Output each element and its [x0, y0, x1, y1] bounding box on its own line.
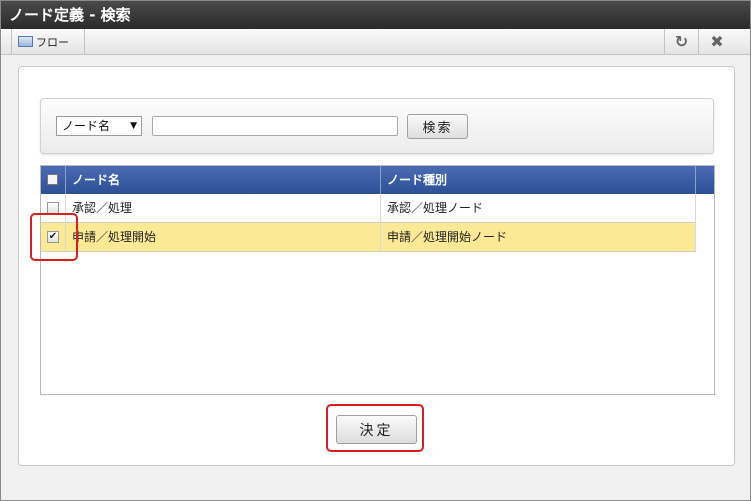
column-header-filler — [696, 166, 714, 194]
row-node-type: 申請／処理開始ノード — [381, 223, 696, 251]
column-header-node-type[interactable]: ノード種別 — [381, 166, 696, 194]
checkbox-highlight-box — [30, 213, 78, 261]
chevron-down-icon: ▼ — [130, 121, 137, 131]
decide-button-highlight-box — [326, 404, 424, 452]
flow-button-label: フロー — [36, 35, 69, 49]
close-button[interactable]: ✖ — [699, 29, 735, 54]
header-checkbox-cell — [41, 166, 66, 194]
search-input[interactable] — [152, 116, 398, 136]
flow-icon — [18, 36, 33, 47]
window-title: ノード定義 - 検索 — [1, 1, 750, 29]
flow-button[interactable]: フロー — [11, 29, 85, 54]
column-header-node-name[interactable]: ノード名 — [66, 166, 381, 194]
toolbar: フロー ↻ ✖ — [1, 29, 750, 55]
search-field-select[interactable]: ノード名 ▼ — [56, 116, 142, 136]
search-field-select-value: ノード名 — [62, 119, 111, 133]
search-panel: ノード名 ▼ 検索 — [40, 98, 714, 154]
row-node-type: 承認／処理ノード — [381, 194, 696, 222]
row-node-name: 申請／処理開始 — [66, 223, 381, 251]
row-node-name: 承認／処理 — [66, 194, 381, 222]
refresh-button[interactable]: ↻ — [664, 29, 699, 54]
close-icon: ✖ — [710, 32, 724, 51]
search-button[interactable]: 検索 — [407, 114, 468, 139]
table-row[interactable]: 承認／処理 承認／処理ノード — [41, 194, 696, 223]
results-grid: ノード名 ノード種別 承認／処理 承認／処理ノード ✔ 申請／処理開始 申請／処… — [40, 165, 715, 395]
refresh-icon: ↻ — [674, 32, 689, 51]
grid-header: ノード名 ノード種別 — [41, 166, 714, 194]
select-all-checkbox[interactable] — [47, 174, 58, 185]
table-row-selected[interactable]: ✔ 申請／処理開始 申請／処理開始ノード — [41, 223, 696, 252]
